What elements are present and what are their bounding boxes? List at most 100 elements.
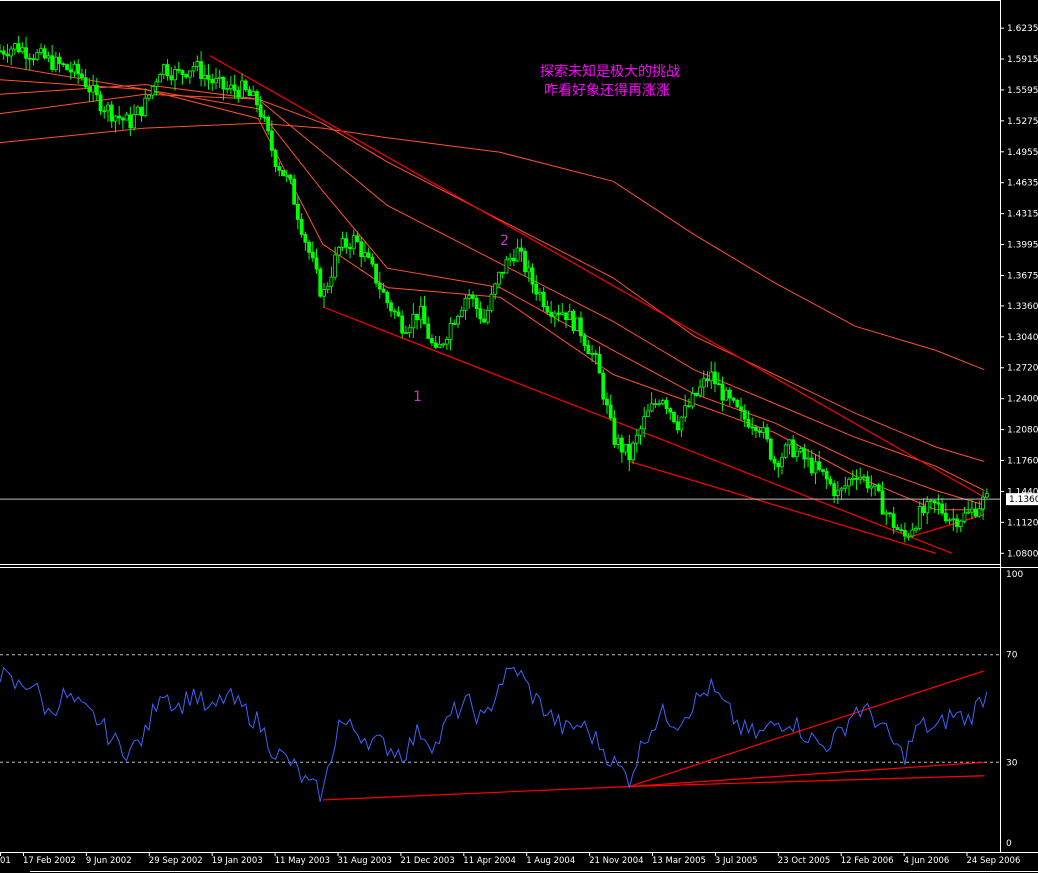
candle-body <box>720 383 725 401</box>
candle-body <box>686 405 691 408</box>
candle-body <box>184 74 189 78</box>
time-tick-label: 4 Jun 2006 <box>904 856 950 866</box>
candle-body <box>433 342 438 348</box>
candle-body <box>437 343 442 348</box>
candle-body <box>616 437 621 445</box>
candle-body <box>288 174 293 180</box>
candle-body <box>646 410 650 418</box>
candle-body <box>895 527 900 531</box>
candle-body <box>240 80 244 98</box>
candle-body <box>631 442 635 461</box>
candle-body <box>724 389 729 401</box>
candle-body <box>839 487 844 491</box>
candle-body <box>832 483 837 497</box>
candle-body <box>467 294 472 299</box>
candle-body <box>9 48 14 57</box>
candle-body <box>340 238 345 248</box>
candle-body <box>772 458 777 464</box>
candle-body <box>202 74 207 80</box>
price-tick-label: 1.2720 <box>1007 364 1038 374</box>
candle-body <box>329 276 334 287</box>
candle-body <box>284 174 289 177</box>
candle-body <box>783 444 788 458</box>
candle-body <box>430 338 434 344</box>
candle-body <box>117 115 122 119</box>
price-tick-label: 1.3040 <box>1007 333 1038 343</box>
candle-body <box>102 110 107 113</box>
candle-body <box>0 50 2 53</box>
candle-body <box>474 297 479 310</box>
candle-body <box>411 313 416 329</box>
candle-body <box>292 178 297 205</box>
candle-body <box>471 294 475 299</box>
time-tick-label: 31 Aug 2003 <box>338 856 392 866</box>
price-tick-label: 1.0800 <box>1007 549 1038 559</box>
candle-body <box>83 77 88 88</box>
candle-body <box>91 85 95 93</box>
candle-body <box>519 247 524 252</box>
time-tick-label: 24 Sep 2006 <box>967 856 1021 866</box>
candle-body <box>98 94 103 112</box>
candle-body <box>180 70 185 75</box>
candle-body <box>50 55 55 70</box>
time-tick-label: 12 Feb 2006 <box>841 856 894 866</box>
candle-body <box>511 257 516 262</box>
price-tick-label: 1.5915 <box>1007 55 1038 65</box>
candle-body <box>862 476 866 479</box>
candle-body <box>593 352 598 355</box>
candle-body <box>664 400 669 409</box>
candle-body <box>385 291 390 304</box>
candle-body <box>526 267 531 273</box>
candle-body <box>914 528 918 531</box>
candle-body <box>150 85 155 96</box>
indicator-tick-label: 0 <box>1006 839 1012 849</box>
candle-body <box>161 64 166 76</box>
candle-body <box>649 403 654 412</box>
candle-body <box>128 114 133 129</box>
candle-body <box>389 302 393 312</box>
wave-label-1: 1 <box>413 389 422 405</box>
candle-body <box>57 56 62 65</box>
price-tick-label: 1.3995 <box>1007 241 1038 251</box>
candle-body <box>765 427 769 440</box>
candle-body <box>444 339 449 345</box>
candle-body <box>336 247 341 256</box>
candle-body <box>314 257 319 270</box>
candle-body <box>932 500 937 504</box>
candle-body <box>619 437 624 453</box>
candle-body <box>713 371 717 385</box>
candle-body <box>359 241 364 258</box>
candle-body <box>489 293 494 311</box>
candle-body <box>232 84 237 91</box>
candle-body <box>873 484 877 487</box>
candle-body <box>787 439 792 446</box>
candle-body <box>917 506 922 529</box>
candle-body <box>344 238 349 248</box>
candle-body <box>269 130 274 151</box>
candle-body <box>258 104 263 118</box>
candle-body <box>448 323 453 340</box>
candle-body <box>835 489 840 497</box>
candle-body <box>579 317 583 337</box>
candle-body <box>188 70 192 78</box>
candle-body <box>891 513 896 528</box>
candle-body <box>970 508 974 513</box>
candle-body <box>325 285 330 291</box>
candle-body <box>76 63 81 75</box>
candle-body <box>888 512 892 515</box>
wave-label-2: 2 <box>500 233 509 249</box>
candle-body <box>564 312 568 320</box>
annotation-line-2: 咋看好象还得再涨涨 <box>544 82 670 99</box>
candle-body <box>132 114 136 129</box>
candle-body <box>847 478 851 487</box>
candle-body <box>571 310 576 331</box>
candle-body <box>806 457 810 460</box>
candle-body <box>370 257 375 265</box>
candle-body <box>821 469 825 472</box>
candle-body <box>158 74 163 83</box>
candle-body <box>400 315 405 334</box>
candle-body <box>165 64 170 77</box>
candle-body <box>605 398 609 406</box>
candle-body <box>508 257 513 261</box>
candle-body <box>106 104 110 112</box>
